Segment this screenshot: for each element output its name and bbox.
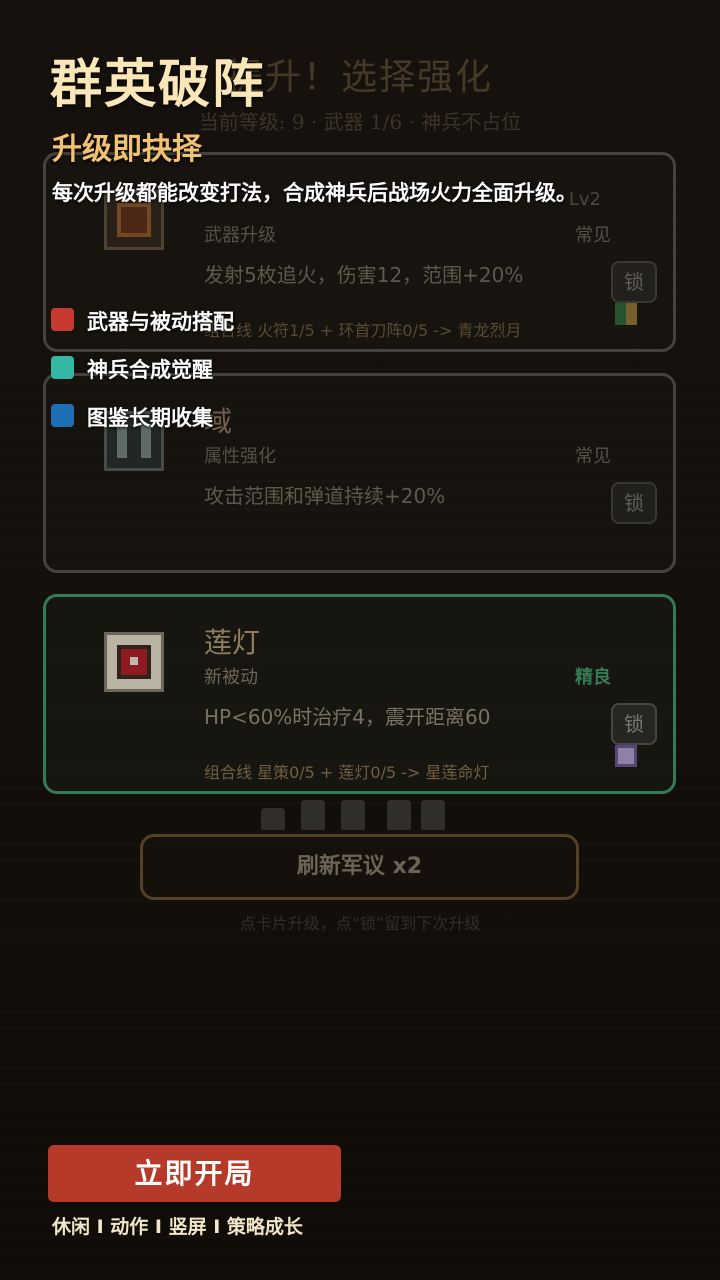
upgrade-card-passive[interactable]: 莲灯 新被动 精良 HP<60%时治疗4，震开距离60 组合线 星策0/5 + … [43, 594, 676, 794]
feature-label: 图鉴长期收集 [87, 406, 213, 430]
lock-button[interactable]: 锁 [611, 261, 657, 303]
pixel-troops [255, 800, 455, 834]
promo-description: 每次升级都能改变打法，合成神兵后战场火力全面升级。 [52, 181, 577, 205]
card-kind: 武器升级 [204, 225, 276, 246]
card-rarity: 精良 [575, 667, 611, 688]
card-rarity: 常见 [575, 225, 611, 246]
teal-square-icon [51, 356, 74, 379]
card-rarity: 常见 [575, 446, 611, 467]
blue-square-icon [51, 404, 74, 427]
card-description: 攻击范围和弹道持续+20% [204, 484, 446, 508]
promo-title: 群英破阵 [50, 55, 267, 115]
combo-item-icon [615, 303, 637, 325]
start-game-button[interactable]: 立即开局 [48, 1145, 341, 1202]
card-kind: 属性强化 [204, 446, 276, 467]
lock-button[interactable]: 锁 [611, 482, 657, 524]
combo-item-icon [615, 745, 637, 767]
lotus-lamp-icon [104, 632, 164, 692]
card-description: HP<60%时治疗4，震开距离60 [204, 705, 491, 729]
feature-label: 神兵合成觉醒 [87, 358, 213, 382]
genre-tags: 休闲 I 动作 I 竖屏 I 策略成长 [52, 1216, 303, 1238]
refresh-button[interactable]: 刷新军议 x2 [140, 834, 579, 900]
promo-subtitle: 升级即抉择 [52, 132, 202, 167]
levelup-hint: 点卡片升级，点“锁”留到下次升级 [239, 914, 481, 933]
card-combo: 组合线 火符1/5 + 环首刀阵0/5 -> 青龙烈月 [204, 321, 522, 340]
red-square-icon [51, 308, 74, 331]
card-name: 莲灯 [204, 626, 261, 659]
card-description: 发射5枚追火，伤害12，范围+20% [204, 263, 524, 287]
feature-label: 武器与被动搭配 [87, 310, 234, 334]
card-combo: 组合线 星策0/5 + 莲灯0/5 -> 星莲命灯 [204, 763, 490, 782]
lock-button[interactable]: 锁 [611, 703, 657, 745]
card-kind: 新被动 [204, 667, 258, 688]
